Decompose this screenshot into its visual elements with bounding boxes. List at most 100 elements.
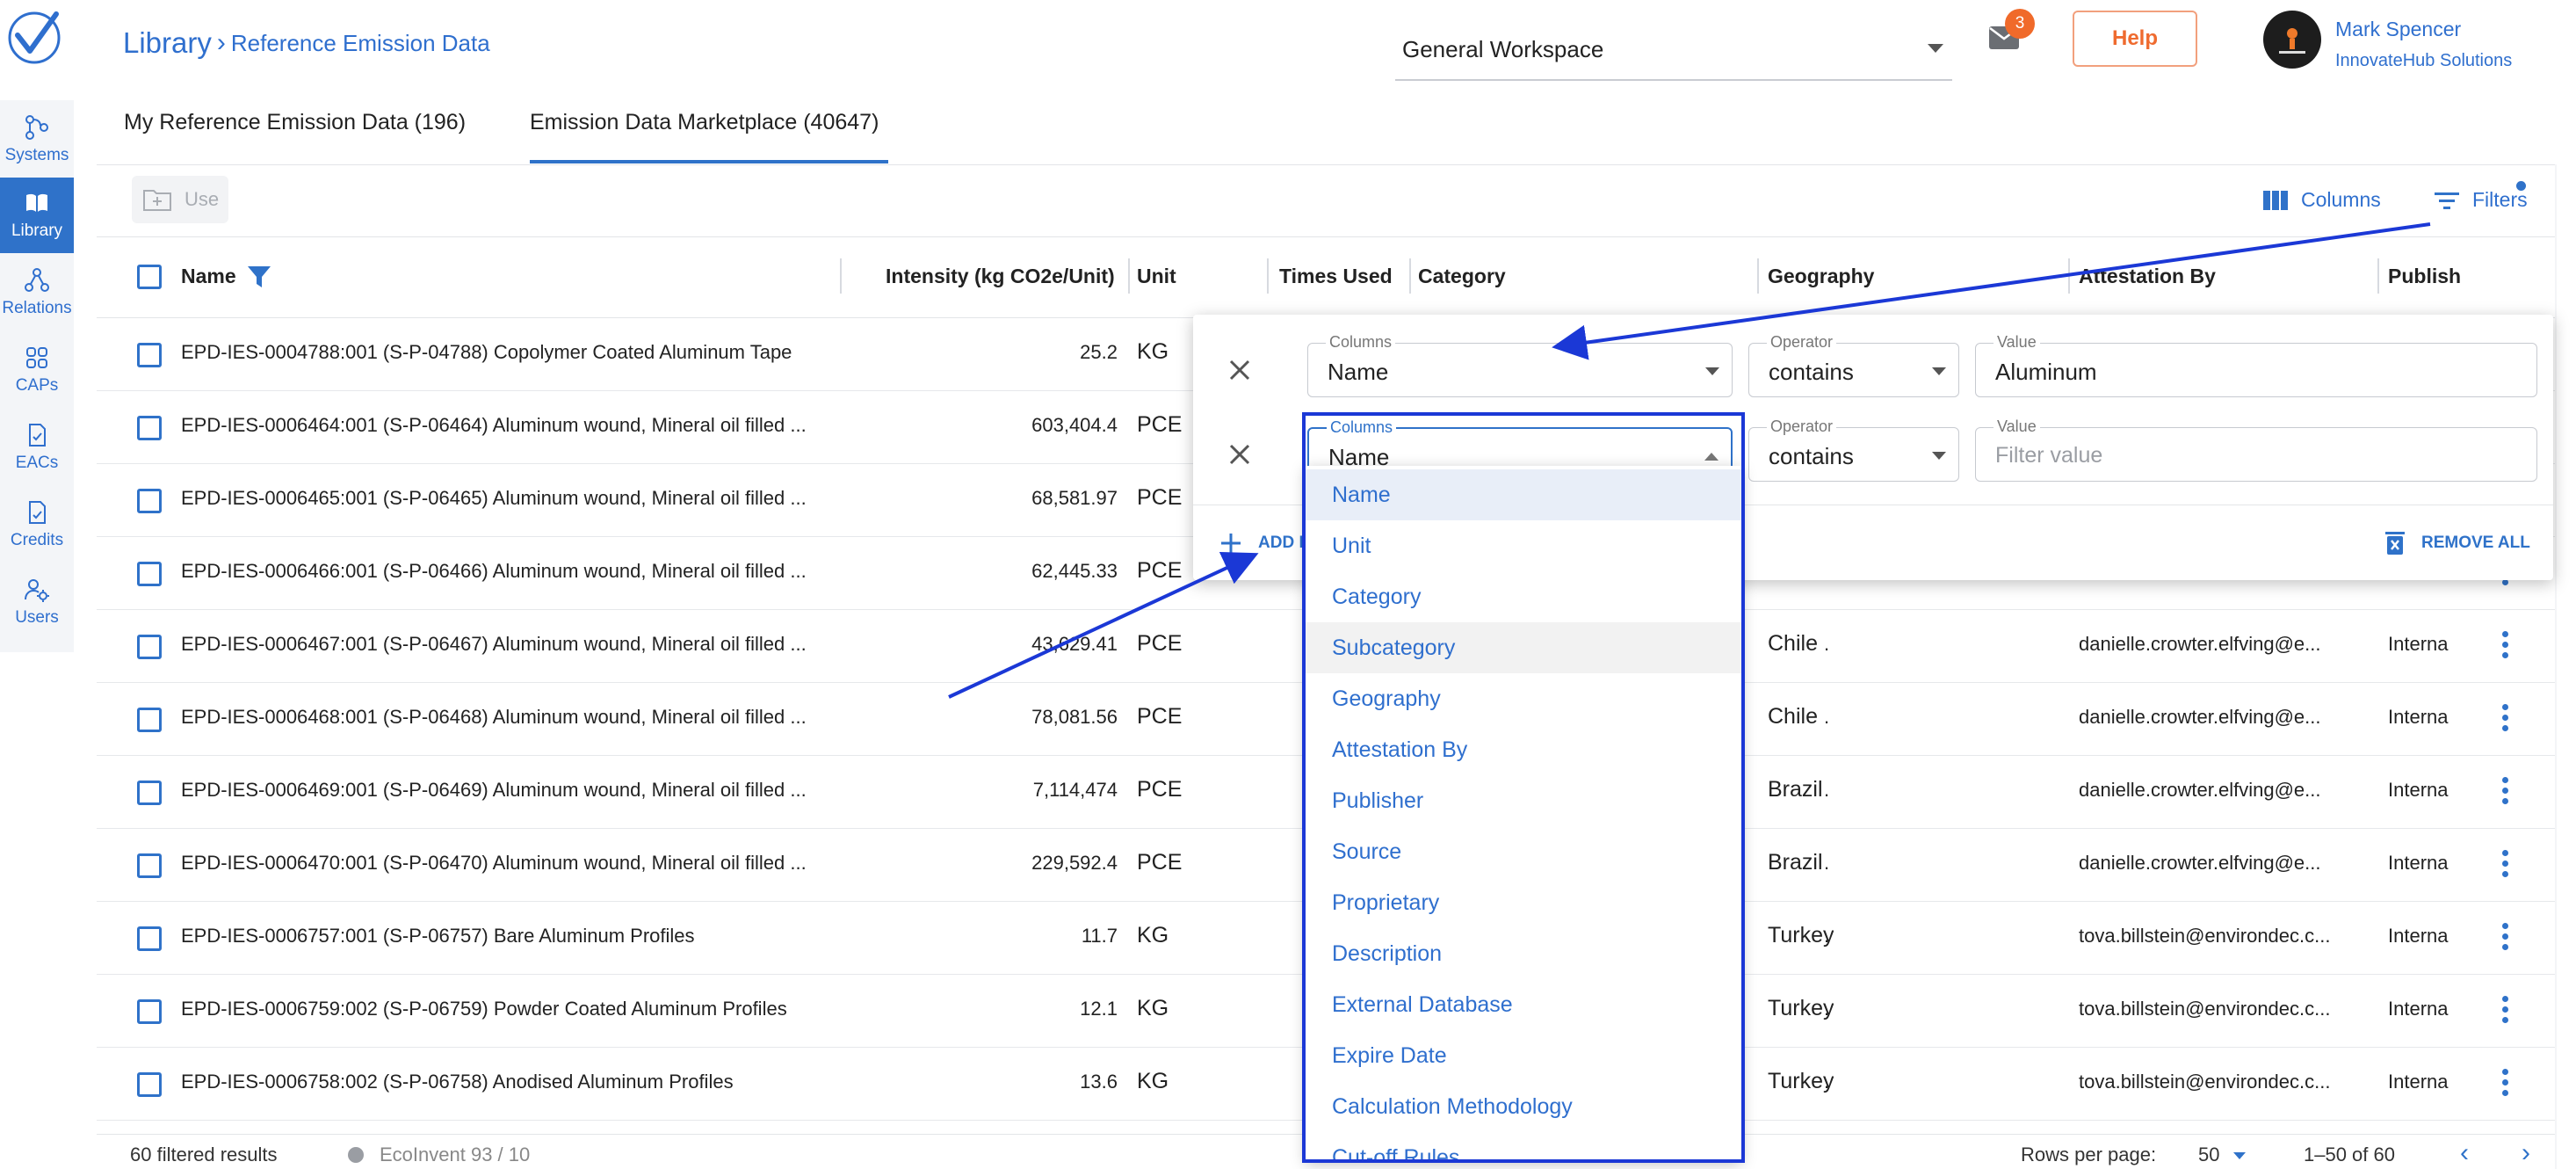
- dropdown-option[interactable]: Description: [1306, 928, 1741, 979]
- add-filter-button[interactable]: ADD F: [1219, 532, 1309, 555]
- workspace-select[interactable]: General Workspace: [1395, 19, 1952, 81]
- avatar-logo-icon: [2279, 28, 2305, 54]
- row-more-icon[interactable]: [2500, 923, 2509, 953]
- dropdown-option[interactable]: Publisher: [1306, 775, 1741, 826]
- dropdown-option[interactable]: External Database: [1306, 979, 1741, 1030]
- column-separator[interactable]: [840, 258, 842, 294]
- remove-all-button[interactable]: REMOVE ALL: [2384, 530, 2530, 556]
- row-checkbox[interactable]: [137, 416, 162, 440]
- row-checkbox[interactable]: [137, 1072, 162, 1097]
- dropdown-option[interactable]: Name: [1306, 469, 1741, 520]
- filters-button-label: Filters: [2472, 188, 2528, 211]
- column-separator[interactable]: [2068, 258, 2070, 294]
- row-checkbox[interactable]: [137, 708, 162, 732]
- row-checkbox[interactable]: [137, 853, 162, 878]
- filter-column-select[interactable]: Columns Name: [1307, 333, 1733, 397]
- dropdown-option[interactable]: Expire Date: [1306, 1030, 1741, 1081]
- row-checkbox[interactable]: [137, 999, 162, 1024]
- row-checkbox[interactable]: [137, 635, 162, 659]
- dropdown-option[interactable]: Attestation By: [1306, 724, 1741, 775]
- row-checkbox[interactable]: [137, 489, 162, 513]
- row-more-icon[interactable]: [2500, 1069, 2509, 1099]
- rows-per-page-select[interactable]: 50: [2198, 1144, 2219, 1166]
- filter-operator-select[interactable]: Operator contains: [1748, 333, 1959, 397]
- dropdown-option[interactable]: Proprietary: [1306, 877, 1741, 928]
- cell-unit: KG: [1137, 923, 1169, 948]
- filter-funnel-icon[interactable]: [246, 264, 272, 290]
- chevron-down-icon: [2233, 1152, 2246, 1159]
- row-checkbox[interactable]: [137, 562, 162, 586]
- tab-emission-data-marketplace[interactable]: Emission Data Marketplace (40647): [530, 110, 879, 135]
- column-header-geography[interactable]: Geography: [1768, 265, 1874, 288]
- next-page-icon[interactable]: ›: [2522, 1138, 2530, 1168]
- column-header-intensity[interactable]: Intensity (kg CO2e/Unit): [886, 265, 1115, 288]
- cell-attestation: tova.billstein@environdec.c...: [2079, 925, 2331, 947]
- row-more-icon[interactable]: [2500, 996, 2509, 1026]
- filter-value-input[interactable]: Value Aluminum: [1975, 333, 2537, 397]
- sidebar-item-caps[interactable]: CAPs: [0, 332, 74, 408]
- tab-my-reference-emission-data[interactable]: My Reference Emission Data (196): [124, 110, 466, 135]
- row-more-icon[interactable]: [2500, 704, 2509, 734]
- sidebar-item-label: Library: [11, 221, 63, 240]
- breadcrumb-root[interactable]: Library: [123, 26, 212, 60]
- app-logo-icon[interactable]: [5, 9, 63, 67]
- filter-operator-select[interactable]: Operator contains: [1748, 418, 1959, 482]
- use-button[interactable]: Use: [132, 176, 228, 223]
- cell-intensity: 11.7: [1081, 925, 1118, 947]
- column-header-attestation[interactable]: Attestation By: [2079, 265, 2216, 288]
- filters-button[interactable]: Filters: [2434, 188, 2528, 212]
- dropdown-option[interactable]: Cut-off Rules: [1306, 1132, 1741, 1161]
- dropdown-option[interactable]: Unit: [1306, 520, 1741, 571]
- user-organization[interactable]: InnovateHub Solutions: [2335, 51, 2512, 71]
- field-label: Columns: [1327, 418, 1397, 437]
- dropdown-option[interactable]: Subcategory: [1306, 622, 1741, 673]
- column-separator[interactable]: [1128, 258, 1130, 294]
- user-name[interactable]: Mark Spencer: [2335, 18, 2461, 41]
- sidebar-item-systems[interactable]: Systems: [0, 102, 74, 178]
- avatar[interactable]: [2263, 11, 2321, 69]
- column-separator[interactable]: [1757, 258, 1759, 294]
- sidebar-item-credits[interactable]: Credits: [0, 487, 74, 563]
- column-separator[interactable]: [1267, 258, 1269, 294]
- dropdown-option[interactable]: Source: [1306, 826, 1741, 877]
- cell-intensity: 12.1: [1080, 998, 1118, 1020]
- previous-page-icon[interactable]: ‹: [2460, 1138, 2469, 1168]
- sidebar-item-users[interactable]: Users: [0, 564, 74, 640]
- sidebar-item-eacs[interactable]: EACs: [0, 410, 74, 485]
- cell-name: EPD-IES-0006759:002 (S-P-06759) Powder C…: [181, 998, 787, 1020]
- row-checkbox[interactable]: [137, 343, 162, 367]
- row-checkbox[interactable]: [137, 781, 162, 805]
- grid-toolbar: Use Columns Filters: [97, 165, 2555, 237]
- rows-per-page-label: Rows per page:: [2021, 1144, 2157, 1165]
- column-header-category[interactable]: Category: [1418, 265, 1506, 288]
- column-separator[interactable]: [1409, 258, 1411, 294]
- column-header-publisher[interactable]: Publish: [2388, 265, 2461, 288]
- table-header: Name Intensity (kg CO2e/Unit) Unit Times…: [97, 237, 2555, 318]
- column-header-name[interactable]: Name: [181, 265, 236, 288]
- dropdown-option[interactable]: Calculation Methodology: [1306, 1081, 1741, 1132]
- row-checkbox[interactable]: [137, 926, 162, 951]
- dropdown-option[interactable]: Category: [1306, 571, 1741, 622]
- row-more-icon[interactable]: [2500, 850, 2509, 880]
- cell-unit: PCE: [1137, 850, 1183, 875]
- column-header-times-used[interactable]: Times Used: [1279, 265, 1393, 288]
- column-separator[interactable]: [2377, 258, 2379, 294]
- row-more-icon[interactable]: [2500, 631, 2509, 661]
- cell-geography: Turkey: [1768, 996, 1834, 1020]
- dropdown-option[interactable]: Geography: [1306, 673, 1741, 724]
- sidebar-item-library[interactable]: Library: [0, 178, 74, 253]
- filter-value-input[interactable]: Value Filter value: [1975, 418, 2537, 482]
- credits-icon: [29, 501, 46, 524]
- column-header-unit[interactable]: Unit: [1137, 265, 1176, 288]
- sidebar-item-relations[interactable]: Relations: [0, 255, 74, 330]
- cell-unit: PCE: [1137, 631, 1183, 656]
- row-more-icon[interactable]: [2500, 777, 2509, 807]
- close-icon[interactable]: [1228, 443, 1251, 466]
- cell-intensity: 62,445.33: [1031, 560, 1118, 582]
- columns-button[interactable]: Columns: [2262, 188, 2381, 212]
- select-all-checkbox[interactable]: [137, 265, 162, 289]
- cell-category: .: [1824, 852, 1830, 874]
- cell-unit: PCE: [1137, 704, 1183, 729]
- close-icon[interactable]: [1228, 359, 1251, 381]
- help-button[interactable]: Help: [2073, 11, 2197, 67]
